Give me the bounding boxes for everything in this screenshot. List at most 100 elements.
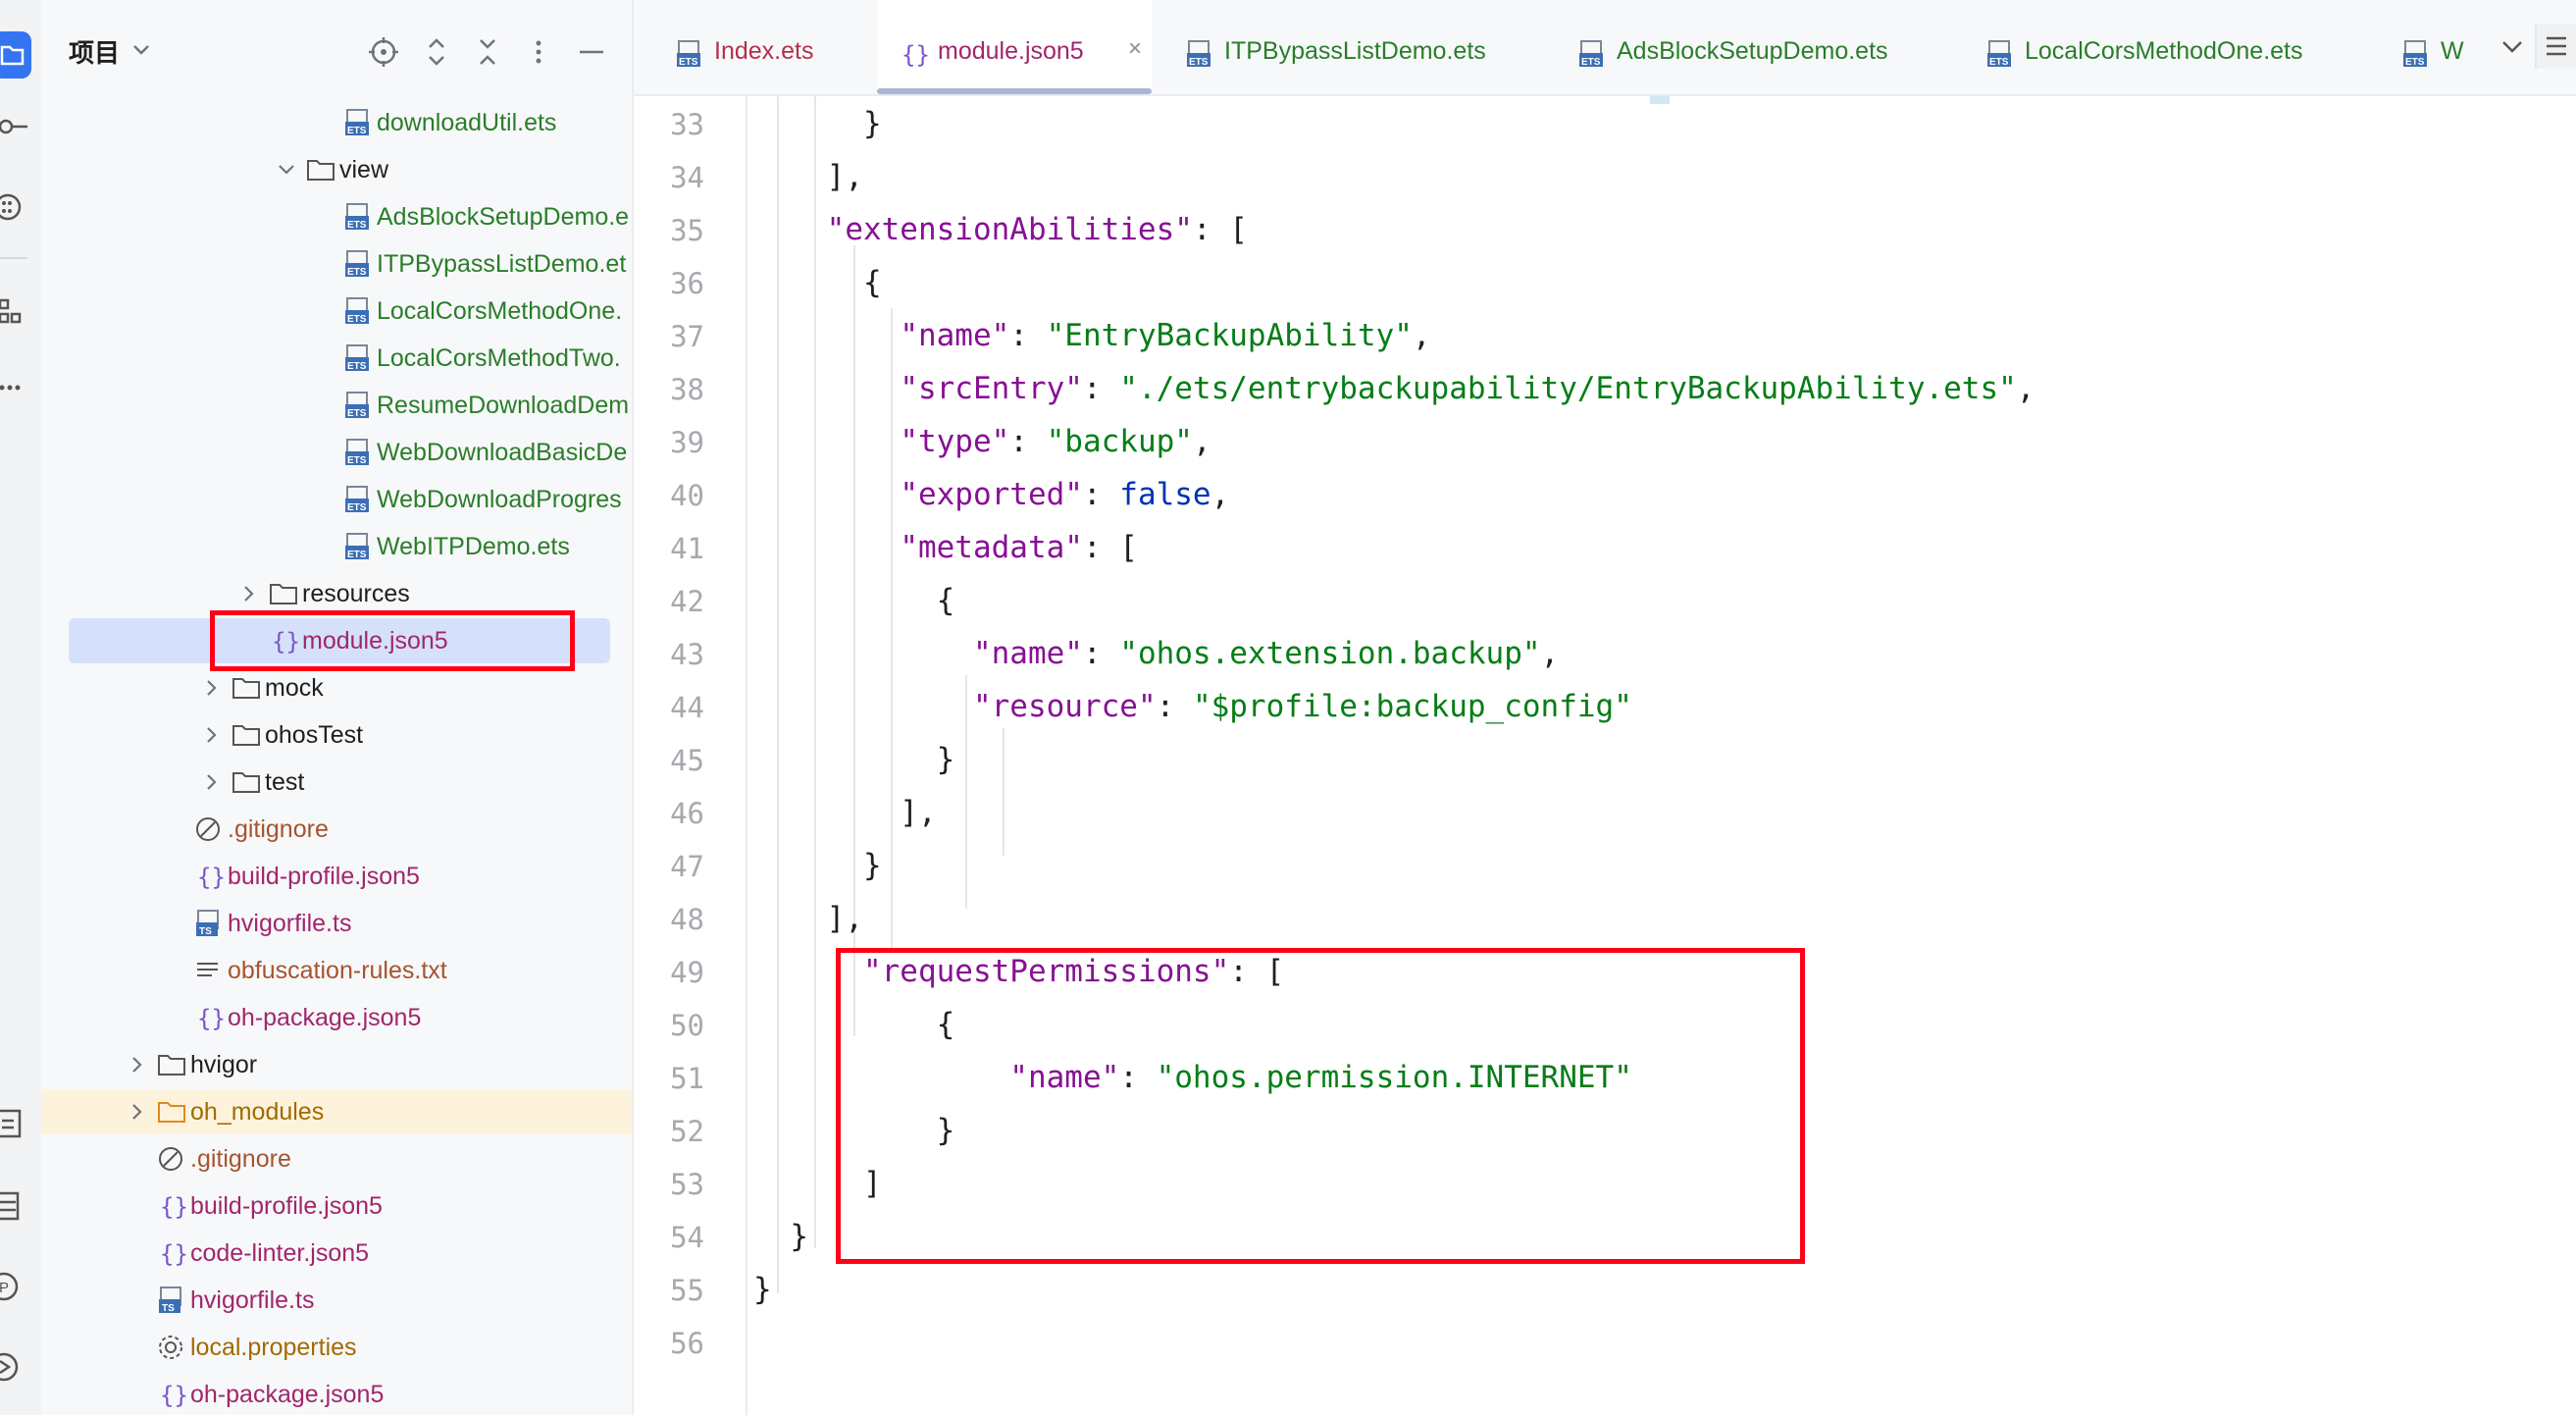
tree-file-item[interactable]: {} build-profile.json5 — [41, 1183, 632, 1229]
code-line[interactable]: } — [753, 1113, 955, 1148]
code-editor[interactable]: 33 34 35 36 37 38 39 40 41 42 43 44 45 46 47 48 49 50 51 52… — [634, 96, 2576, 1415]
menu-button[interactable] — [2535, 24, 2576, 69]
panel-title[interactable]: 项目 — [69, 33, 120, 70]
more-icon[interactable] — [0, 371, 29, 404]
tree-file-item[interactable]: {} oh-package.json5 — [41, 1372, 632, 1417]
collapse-all-icon[interactable] — [471, 35, 504, 69]
json-key: "type" — [900, 424, 1010, 459]
editor-scrollbar[interactable] — [2556, 96, 2576, 1415]
chevron-right-icon[interactable] — [202, 773, 222, 796]
tree-file-item[interactable]: ETS AdsBlockSetupDemo.e — [41, 194, 632, 239]
tree-file-item[interactable]: ETS LocalCorsMethodOne. — [41, 289, 632, 334]
code-line[interactable]: "resource": "$profile:backup_config" — [753, 689, 1632, 724]
tree-folder-item[interactable]: mock — [41, 665, 632, 710]
tree-file-item[interactable]: {} module.json5 — [69, 618, 610, 663]
code-line[interactable]: "name": "EntryBackupAbility", — [753, 318, 1430, 353]
tree-folder-item[interactable]: hvigor — [41, 1042, 632, 1087]
tree-folder-item[interactable]: oh_modules — [41, 1089, 632, 1134]
code-line[interactable]: "srcEntry": "./ets/entrybackupability/En… — [753, 371, 2035, 406]
code-line[interactable]: "name": "ohos.extension.backup", — [753, 636, 1559, 671]
code-text: : — [1082, 636, 1120, 671]
tree-file-item[interactable]: {} code-linter.json5 — [41, 1231, 632, 1276]
tree-file-item[interactable]: ETS WebDownloadProgres — [41, 477, 632, 522]
tree-file-item[interactable]: obfuscation-rules.txt — [41, 948, 632, 993]
components-icon[interactable] — [0, 294, 29, 328]
tree-folder-item[interactable]: resources — [41, 571, 632, 616]
tree-file-item[interactable]: .gitignore — [41, 1136, 632, 1181]
tree-item-label: WebITPDemo.ets — [377, 533, 570, 560]
chevron-right-icon[interactable] — [128, 1103, 147, 1126]
code-line[interactable]: { — [753, 1007, 955, 1042]
profiler-icon[interactable]: P — [0, 1270, 29, 1303]
tree-file-item[interactable]: {} build-profile.json5 — [41, 854, 632, 899]
editor-tab[interactable]: ETS ITPBypassListDemo.ets — [1163, 0, 1546, 94]
tree-file-item[interactable]: local.properties — [41, 1325, 632, 1370]
run-icon[interactable] — [0, 1350, 29, 1384]
project-tool-button[interactable] — [0, 31, 31, 79]
code-text: : — [1009, 318, 1047, 353]
code-text: ], — [753, 795, 937, 830]
locate-icon[interactable] — [367, 35, 400, 69]
tree-item-label: ResumeDownloadDem — [377, 392, 630, 419]
folder-icon — [157, 1097, 186, 1127]
code-line[interactable]: } — [753, 1272, 772, 1307]
tree-file-item[interactable]: ETS ResumeDownloadDem — [41, 383, 632, 428]
options-icon[interactable] — [522, 35, 555, 69]
code-line[interactable]: { — [753, 583, 955, 618]
code-line[interactable]: "extensionAbilities": [ — [753, 212, 1248, 247]
code-line[interactable]: } — [753, 848, 882, 883]
editor-tab[interactable]: ETS AdsBlockSetupDemo.ets — [1556, 0, 1948, 94]
log-icon[interactable] — [0, 1189, 29, 1223]
tree-file-item[interactable]: TS hvigorfile.ts — [41, 901, 632, 946]
chevron-down-icon[interactable] — [131, 43, 151, 57]
line-number: 44 — [670, 691, 704, 724]
code-line[interactable]: ] — [753, 1166, 882, 1201]
code-line[interactable]: "requestPermissions": [ — [753, 954, 1284, 989]
tree-file-item[interactable]: ETS WebDownloadBasicDe — [41, 430, 632, 475]
code-line[interactable]: } — [753, 742, 955, 777]
tab-label: ITPBypassListDemo.ets — [1224, 37, 1486, 65]
code-line[interactable]: ], — [753, 795, 937, 830]
editor-tab[interactable]: {} module.json5 × — [877, 0, 1152, 94]
tree-file-item[interactable]: TS hvigorfile.ts — [41, 1278, 632, 1323]
code-line[interactable]: "metadata": [ — [753, 530, 1138, 565]
tree-item-label: mock — [265, 674, 324, 702]
tree-folder-item[interactable]: ohosTest — [41, 712, 632, 758]
todo-icon[interactable] — [0, 1107, 29, 1140]
editor-tab[interactable]: ETS W — [2380, 0, 2468, 94]
tree-file-item[interactable]: .gitignore — [41, 807, 632, 852]
tree-file-item[interactable]: ETS WebITPDemo.ets — [41, 524, 632, 569]
line-number: 51 — [670, 1062, 704, 1095]
chevron-right-icon[interactable] — [202, 726, 222, 749]
code-line[interactable]: } — [753, 1219, 808, 1254]
tree-file-item[interactable]: ETS LocalCorsMethodTwo. — [41, 336, 632, 381]
tree-file-item[interactable]: ETS downloadUtil.ets — [41, 100, 632, 145]
editor-tab[interactable]: ETS Index.ets — [653, 0, 869, 94]
code-line[interactable]: "type": "backup", — [753, 424, 1211, 459]
code-area[interactable]: } ], "extensionAbilities": [ { "name": "… — [747, 96, 2576, 1415]
structure-icon[interactable] — [0, 190, 29, 224]
expand-all-icon[interactable] — [420, 35, 453, 69]
svg-text:ETS: ETS — [347, 408, 367, 419]
editor-tab[interactable]: ETS LocalCorsMethodOne.ets — [1964, 0, 2366, 94]
code-line[interactable]: "name": "ohos.permission.INTERNET" — [753, 1060, 1632, 1095]
tree-file-item[interactable]: {} oh-package.json5 — [41, 995, 632, 1040]
tree-file-item[interactable]: ETS ITPBypassListDemo.et — [41, 241, 632, 287]
code-line[interactable]: "exported": false, — [753, 477, 1229, 512]
chevron-down-icon[interactable] — [277, 161, 296, 184]
minimize-icon[interactable] — [575, 35, 608, 69]
code-line[interactable]: { — [753, 265, 882, 300]
commit-icon[interactable] — [0, 110, 29, 143]
chevron-right-icon[interactable] — [239, 585, 259, 607]
close-icon[interactable]: × — [1128, 35, 1142, 63]
ets-file-icon: ETS — [343, 438, 373, 467]
tree-folder-item[interactable]: test — [41, 760, 632, 805]
tree-folder-item[interactable]: view — [41, 147, 632, 192]
chevron-right-icon[interactable] — [128, 1056, 147, 1078]
chevron-right-icon[interactable] — [202, 679, 222, 702]
code-line[interactable]: ], — [753, 901, 863, 936]
chevron-down-icon[interactable] — [2499, 37, 2525, 57]
code-line[interactable]: ], — [753, 159, 863, 194]
code-line[interactable]: } — [753, 106, 882, 141]
